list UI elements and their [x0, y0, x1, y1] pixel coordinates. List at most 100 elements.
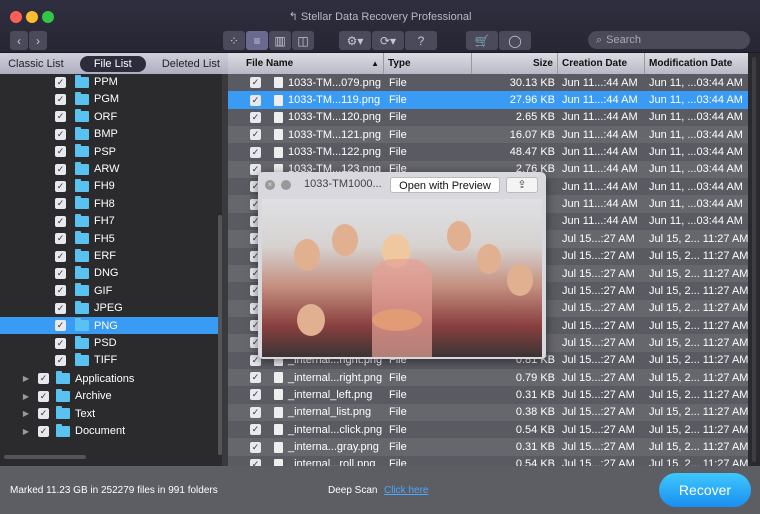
share-button[interactable]: ⇪ — [506, 177, 538, 193]
sidebar-group-document[interactable]: ▶ ✓ Document — [0, 423, 218, 440]
checkbox[interactable]: ✓ — [55, 180, 66, 192]
table-row[interactable]: ✓ _internal...right.png File 0.79 KB Jul 15.… — [228, 368, 748, 387]
checkbox[interactable]: ✓ — [55, 146, 66, 158]
sidebar-item-orf[interactable]: ✓ ORF — [0, 108, 218, 125]
sidebar-horizontal-scrollbar[interactable] — [4, 455, 86, 459]
checkbox[interactable]: ✓ — [250, 389, 261, 401]
sidebar-item-bmp[interactable]: ✓ BMP — [0, 126, 218, 143]
sidebar-item-pgm[interactable]: ✓ PGM — [0, 91, 218, 108]
icon-view-button[interactable]: ⁘ — [223, 31, 245, 50]
tab-classic-list[interactable]: Classic List — [8, 58, 64, 70]
checkbox[interactable]: ✓ — [38, 425, 49, 437]
checkbox[interactable]: ✓ — [55, 198, 66, 210]
checkbox[interactable]: ✓ — [55, 285, 66, 297]
checkbox[interactable]: ✓ — [55, 250, 66, 262]
disclosure-triangle-icon[interactable]: ▶ — [16, 392, 36, 401]
checkbox[interactable]: ✓ — [250, 372, 261, 384]
checkbox[interactable]: ✓ — [55, 337, 66, 349]
checkbox[interactable]: ✓ — [55, 354, 66, 366]
fullscreen-preview-icon[interactable] — [281, 180, 291, 190]
search-input[interactable]: ⌕ Search — [588, 31, 750, 49]
checkbox[interactable]: ✓ — [55, 320, 66, 332]
sidebar-item-fh7[interactable]: ✓ FH7 — [0, 213, 218, 230]
checkbox[interactable]: ✓ — [55, 111, 66, 123]
checkbox[interactable]: ✓ — [55, 76, 66, 88]
column-modification-date[interactable]: Modification Date — [644, 53, 748, 74]
checkbox[interactable]: ✓ — [250, 441, 261, 453]
checkbox[interactable]: ✓ — [250, 406, 261, 418]
close-preview-icon[interactable]: × — [265, 180, 275, 190]
table-vertical-scrollbar[interactable] — [748, 53, 760, 466]
sidebar-item-erf[interactable]: ✓ ERF — [0, 248, 218, 265]
table-row[interactable]: ✓ 1033-TM...079.png File 30.13 KB Jun 11...:… — [228, 74, 748, 92]
column-view-button[interactable]: ▥ — [269, 31, 291, 50]
column-creation-date[interactable]: Creation Date — [557, 53, 644, 74]
checkbox[interactable]: ✓ — [250, 129, 261, 141]
column-type[interactable]: Type — [383, 53, 471, 74]
checkbox[interactable]: ✓ — [250, 424, 261, 436]
sidebar-item-arw[interactable]: ✓ ARW — [0, 161, 218, 178]
sort-ascending-icon: ▲ — [371, 59, 379, 68]
title-bar: ↰ Stellar Data Recovery Professional ‹ ›… — [0, 0, 760, 53]
checkbox[interactable]: ✓ — [250, 146, 261, 158]
sidebar-item-fh5[interactable]: ✓ FH5 — [0, 230, 218, 247]
table-row[interactable]: ✓ _interna...gray.png File 0.31 KB Jul 15...… — [228, 438, 748, 456]
checkbox[interactable]: ✓ — [250, 458, 261, 466]
sidebar-item-gif[interactable]: ✓ GIF — [0, 282, 218, 299]
open-with-preview-button[interactable]: Open with Preview — [390, 177, 500, 193]
back-button[interactable]: ‹ — [10, 31, 28, 50]
sidebar-item-dng[interactable]: ✓ DNG — [0, 265, 218, 282]
sidebar-item-png[interactable]: ✓ PNG — [0, 317, 218, 335]
sidebar-item-ppm[interactable]: ✓ PPM — [0, 74, 218, 91]
table-row[interactable]: ✓ 1033-TM...120.png File 2.65 KB Jun 11...:4… — [228, 108, 748, 127]
checkbox[interactable]: ✓ — [38, 408, 49, 420]
table-row[interactable]: ✓ 1033-TM...121.png File 16.07 KB Jun 11...:… — [228, 126, 748, 144]
checkbox[interactable]: ✓ — [55, 233, 66, 245]
table-row[interactable]: ✓ _internal_left.png File 0.31 KB Jul 15...:… — [228, 386, 748, 404]
table-row[interactable]: ✓ 1033-TM...119.png File 27.96 KB Jun 11...:… — [228, 91, 748, 109]
checkbox[interactable]: ✓ — [55, 215, 66, 227]
checkbox[interactable]: ✓ — [250, 77, 261, 89]
list-view-button[interactable]: ≡ — [246, 31, 268, 50]
table-row[interactable]: ✓ 1033-TM...122.png File 48.47 KB Jun 11...:… — [228, 143, 748, 161]
table-row[interactable]: ✓ _internal...roll.png File 0.54 KB Jul 15..… — [228, 455, 748, 466]
column-view-icon: ▥ — [274, 33, 286, 48]
checkbox[interactable]: ✓ — [55, 302, 66, 314]
disclosure-triangle-icon[interactable]: ▶ — [16, 427, 36, 436]
sidebar-group-applications[interactable]: ▶ ✓ Applications — [0, 370, 218, 387]
table-row[interactable]: ✓ _internal_list.png File 0.38 KB Jul 15...:… — [228, 403, 748, 422]
column-size[interactable]: Size — [471, 53, 557, 74]
checkbox[interactable]: ✓ — [55, 128, 66, 140]
sidebar-item-fh8[interactable]: ✓ FH8 — [0, 195, 218, 212]
settings-button[interactable]: ⚙▾ — [339, 31, 371, 50]
tab-deleted-list[interactable]: Deleted List — [162, 58, 220, 70]
checkbox[interactable]: ✓ — [55, 93, 66, 105]
deep-scan-link[interactable]: Click here — [384, 485, 428, 496]
disclosure-triangle-icon[interactable]: ▶ — [16, 409, 36, 418]
history-button[interactable]: ⟳▾ — [372, 31, 404, 50]
table-row[interactable]: ✓ _internal...click.png File 0.54 KB Jul 15.… — [228, 421, 748, 439]
sidebar-item-psp[interactable]: ✓ PSP — [0, 143, 218, 160]
checkbox[interactable]: ✓ — [55, 267, 66, 279]
disclosure-triangle-icon[interactable]: ▶ — [16, 374, 36, 383]
tab-file-list[interactable]: File List — [79, 55, 146, 72]
checkbox[interactable]: ✓ — [38, 373, 49, 385]
sidebar-group-text[interactable]: ▶ ✓ Text — [0, 405, 218, 422]
checkbox[interactable]: ✓ — [38, 390, 49, 402]
cart-button[interactable]: 🛒 — [466, 31, 498, 50]
checkbox[interactable]: ✓ — [55, 163, 66, 175]
sidebar-item-jpeg[interactable]: ✓ JPEG — [0, 300, 218, 317]
sidebar-vertical-scrollbar[interactable] — [218, 215, 222, 455]
checkbox[interactable]: ✓ — [250, 111, 261, 123]
checkbox[interactable]: ✓ — [250, 94, 261, 106]
sidebar-item-psd[interactable]: ✓ PSD — [0, 335, 218, 352]
account-button[interactable]: ◯ — [499, 31, 531, 50]
help-button[interactable]: ? — [405, 31, 437, 50]
coverflow-view-button[interactable]: ◫ — [292, 31, 314, 50]
recover-button[interactable]: Recover — [659, 473, 751, 507]
column-file-name[interactable]: File Name ▲ — [228, 53, 383, 74]
sidebar-group-archive[interactable]: ▶ ✓ Archive — [0, 388, 218, 405]
sidebar-item-tiff[interactable]: ✓ TIFF — [0, 352, 218, 369]
forward-button[interactable]: › — [29, 31, 47, 50]
sidebar-item-fh9[interactable]: ✓ FH9 — [0, 178, 218, 195]
